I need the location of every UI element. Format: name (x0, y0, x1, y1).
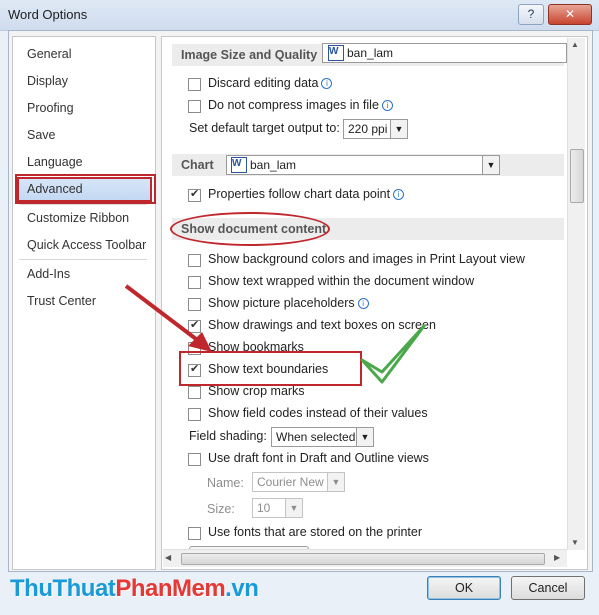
show-picture-placeholders-label: Show picture placeholders i (208, 296, 369, 310)
printer-fonts-label: Use fonts that are stored on the printer (208, 525, 423, 539)
font-name-select[interactable]: Courier New ▼ (252, 472, 345, 492)
nav-item-trust-center[interactable]: Trust Center (27, 294, 96, 308)
nav-item-display[interactable]: Display (27, 74, 68, 88)
show-field-codes-checkbox[interactable] (188, 408, 201, 421)
chevron-down-icon: ▼ (356, 428, 373, 446)
nav-item-customize-ribbon[interactable]: Customize Ribbon (27, 211, 129, 225)
show-background-checkbox[interactable] (188, 254, 201, 267)
discard-editing-checkbox[interactable] (188, 78, 201, 91)
properties-follow-label: Properties follow chart data point i (208, 187, 405, 201)
font-size-value: 10 (257, 501, 271, 515)
chevron-down-icon: ▼ (285, 499, 302, 517)
font-size-label: Size: (207, 502, 235, 516)
info-icon: i (393, 189, 405, 200)
red-arrow-icon (124, 284, 212, 352)
section-heading: Chart (181, 158, 214, 172)
image-document-select[interactable]: ban_lam (322, 43, 567, 63)
field-shading-select[interactable]: When selected ▼ (271, 427, 374, 447)
nav-item-quick-access-toolbar[interactable]: Quick Access Toolbar (27, 238, 146, 252)
vertical-scrollbar[interactable]: ▲ ▼ (567, 38, 585, 550)
show-background-label: Show background colors and images in Pri… (208, 252, 525, 266)
field-shading-label: Field shading: (189, 429, 267, 443)
nav-item-proofing[interactable]: Proofing (27, 101, 74, 115)
close-icon: ✕ (564, 7, 576, 21)
nav-item-add-ins[interactable]: Add-Ins (27, 267, 70, 281)
chevron-down-icon: ▼ (482, 156, 499, 174)
font-name-label: Name: (207, 476, 244, 490)
help-icon: ? (527, 7, 535, 21)
show-crop-marks-label: Show crop marks (208, 384, 305, 398)
draft-font-checkbox[interactable] (188, 453, 201, 466)
title-bar: Word Options ? ✕ (0, 0, 599, 31)
window-title: Word Options (8, 7, 88, 22)
advanced-highlight-box (15, 174, 156, 204)
draft-font-label: Use draft font in Draft and Outline view… (208, 451, 429, 465)
green-check-icon (360, 324, 426, 384)
chevron-down-icon: ▼ (390, 120, 407, 138)
target-output-select[interactable]: 220 ppi ▼ (343, 119, 408, 139)
info-icon: i (321, 78, 333, 89)
word-document-icon (231, 157, 247, 173)
horizontal-scrollbar[interactable]: ◀ ▶ (163, 549, 567, 567)
target-output-label: Set default target output to: (189, 121, 340, 135)
scroll-right-icon[interactable]: ▶ (554, 553, 560, 562)
hscroll-thumb[interactable] (181, 553, 545, 565)
ok-button[interactable]: OK (427, 576, 501, 600)
scroll-left-icon[interactable]: ◀ (165, 553, 171, 562)
target-output-value: 220 ppi (348, 122, 388, 136)
no-compress-checkbox[interactable] (188, 100, 201, 113)
image-document-value: ban_lam (347, 46, 394, 60)
no-compress-label: Do not compress images in file i (208, 98, 393, 112)
properties-follow-checkbox[interactable] (188, 187, 201, 202)
section-heading: Image Size and Quality (181, 48, 318, 62)
cancel-button[interactable]: Cancel (511, 576, 585, 600)
show-field-codes-label: Show field codes instead of their values (208, 406, 428, 420)
chart-document-select[interactable]: ban_lam ▼ (226, 155, 500, 175)
nav-divider (19, 204, 147, 205)
chart-document-value: ban_lam (250, 158, 297, 172)
close-button[interactable]: ✕ (548, 4, 592, 25)
font-name-value: Courier New (257, 475, 324, 489)
show-crop-marks-checkbox[interactable] (188, 386, 201, 399)
nav-item-language[interactable]: Language (27, 155, 83, 169)
show-content-highlight-ellipse (170, 212, 330, 246)
printer-fonts-checkbox[interactable] (188, 527, 201, 540)
nav-divider (19, 259, 147, 260)
scroll-up-icon[interactable]: ▲ (571, 40, 579, 49)
chevron-down-icon: ▼ (327, 473, 344, 491)
scroll-down-icon[interactable]: ▼ (571, 538, 579, 547)
word-document-icon (328, 45, 344, 61)
show-text-wrapped-label: Show text wrapped within the document wi… (208, 274, 475, 288)
nav-item-save[interactable]: Save (27, 128, 56, 142)
font-size-select[interactable]: 10 ▼ (252, 498, 303, 518)
scroll-thumb[interactable] (570, 149, 584, 203)
site-watermark: ThuThuatPhanMem.vn (10, 575, 259, 602)
nav-item-general[interactable]: General (27, 47, 71, 61)
discard-editing-label: Discard editing data i (208, 76, 333, 90)
info-icon: i (381, 100, 393, 111)
info-icon: i (357, 298, 369, 309)
help-button[interactable]: ? (518, 4, 544, 25)
field-shading-value: When selected (276, 430, 356, 444)
